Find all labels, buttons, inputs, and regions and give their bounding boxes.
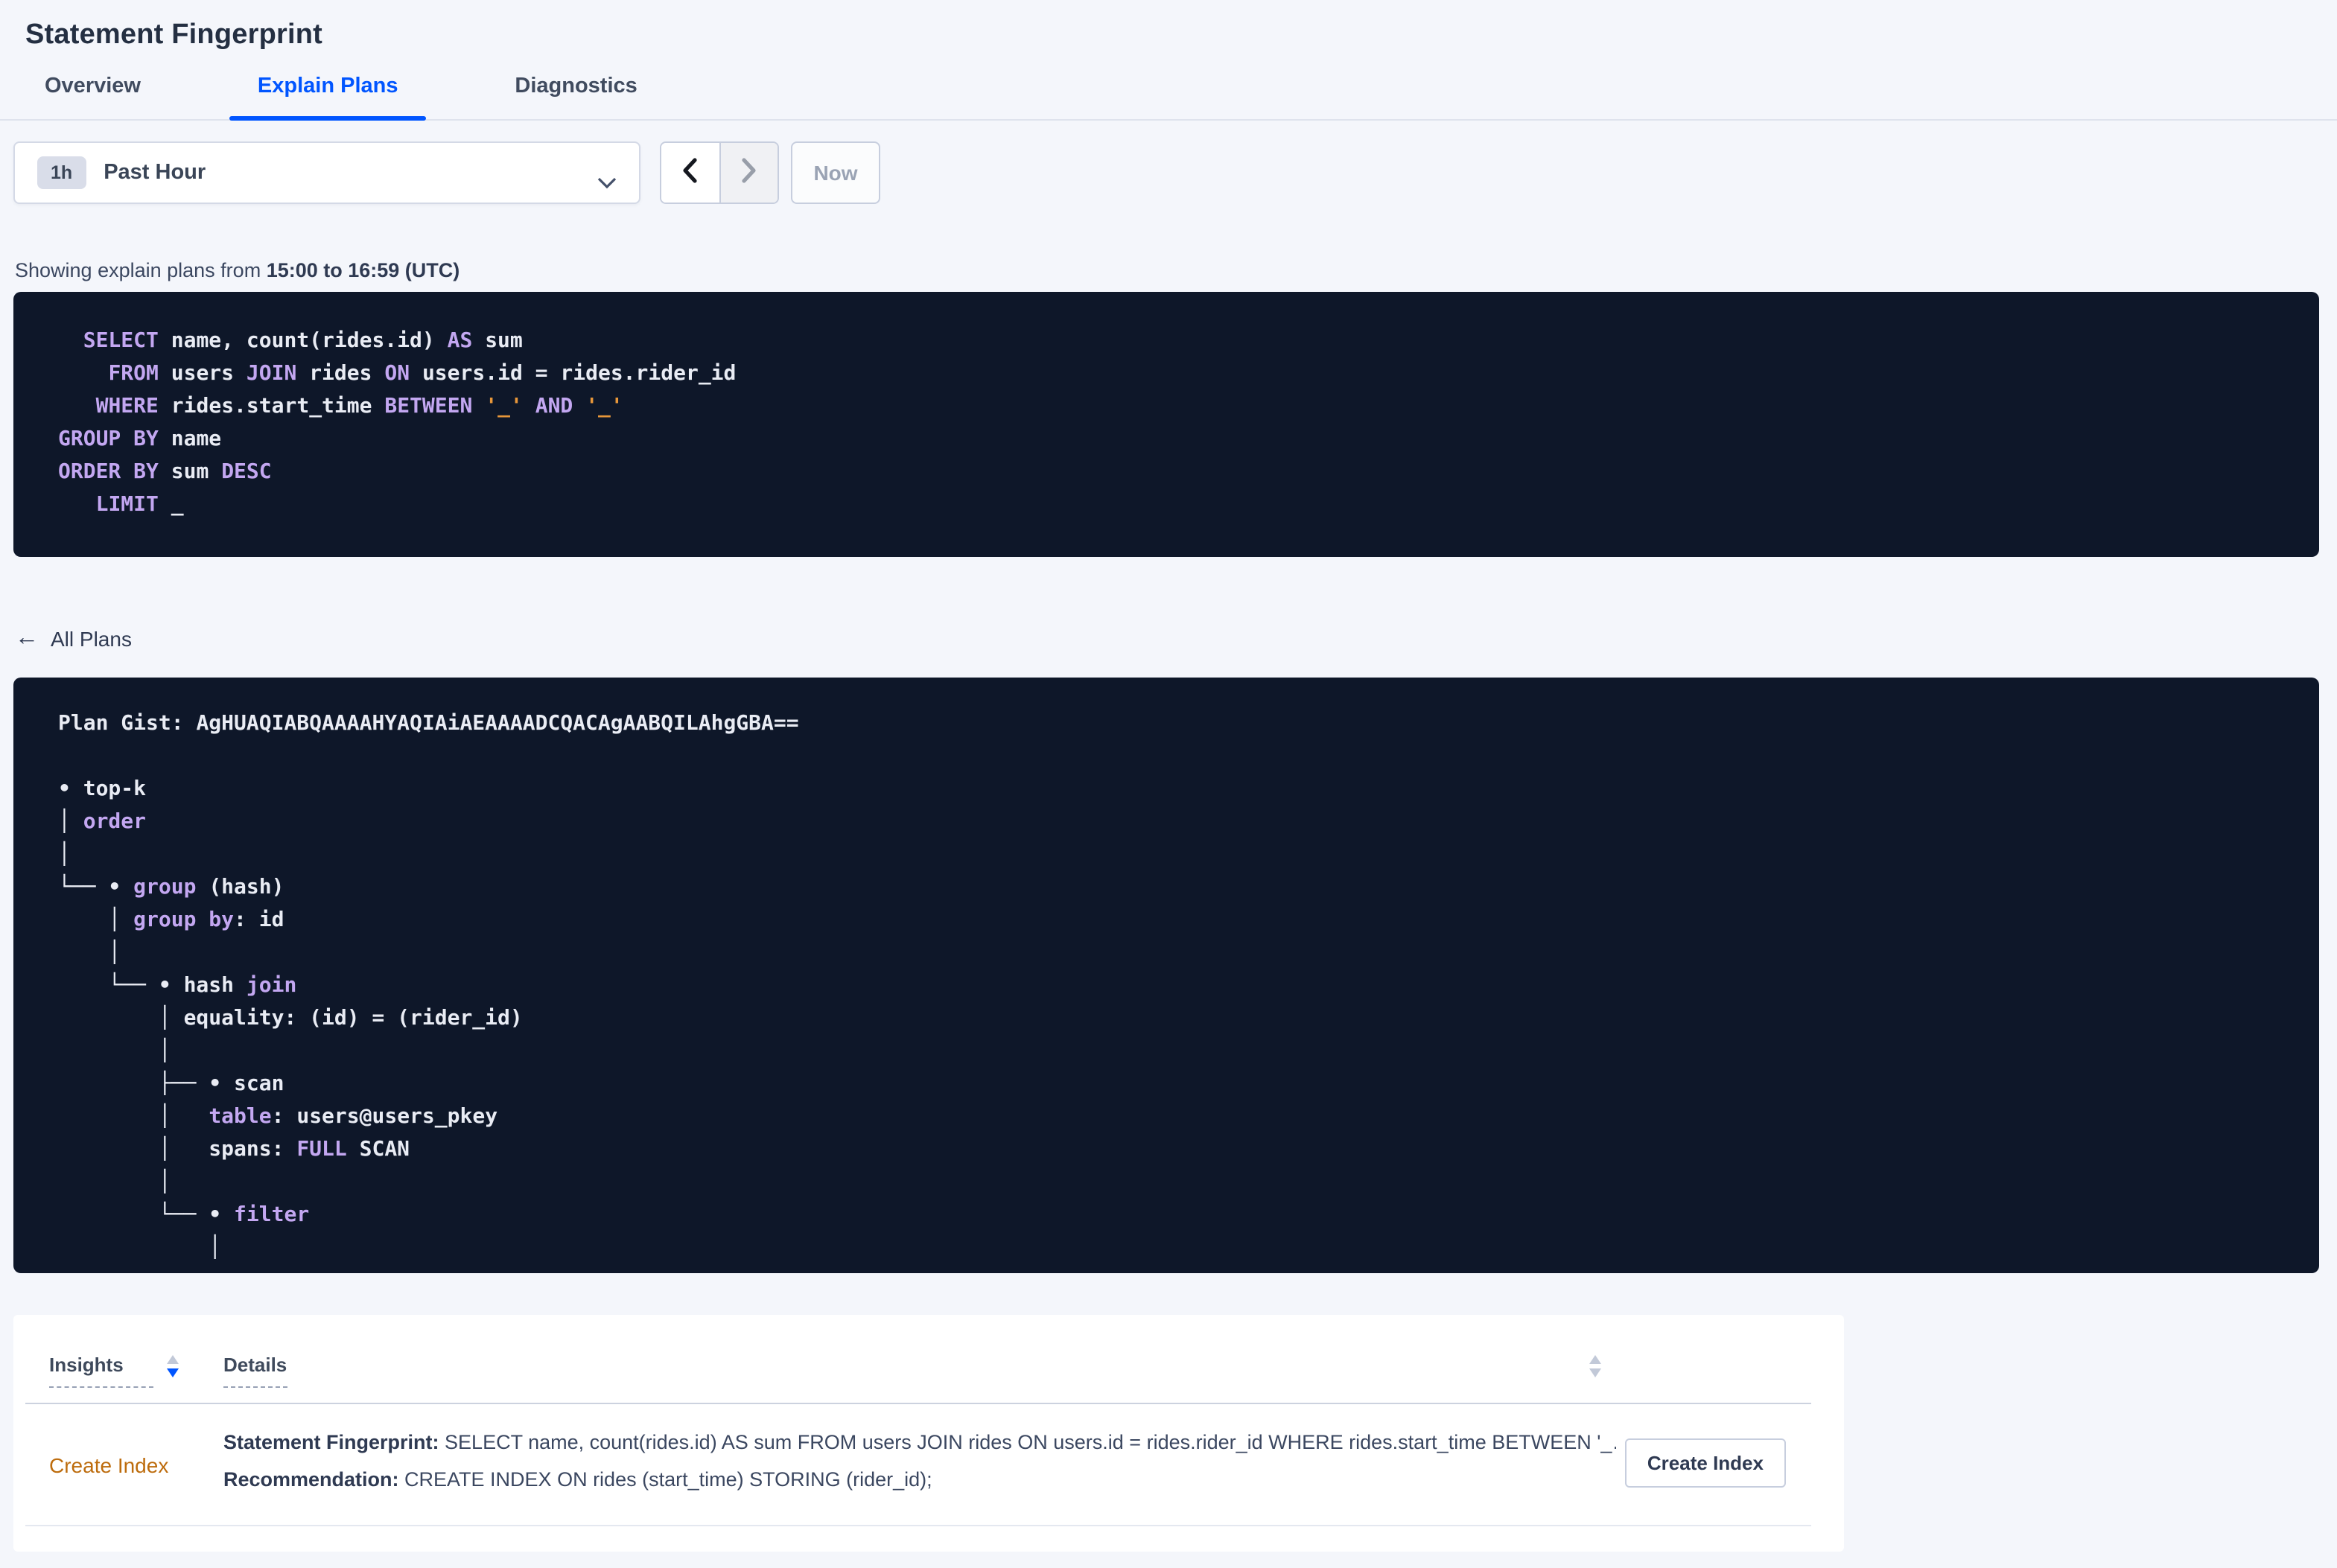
create-index-button[interactable]: Create Index	[1624, 1438, 1786, 1488]
sort-icon-insights[interactable]	[167, 1355, 179, 1377]
insight-type-label: Create Index	[49, 1453, 169, 1477]
tab-bar: Overview Explain Plans Diagnostics	[16, 60, 719, 121]
chevron-left-icon	[683, 158, 698, 188]
detail-text: SELECT name, count(rides.id) AS sum FROM…	[439, 1431, 1616, 1453]
showing-range-text: Showing explain plans from 15:00 to 16:5…	[15, 258, 460, 281]
plan-gist-line: Plan Gist: AgHUAQIABQAAAAHYAQIAiAEAAAADC…	[58, 707, 2289, 740]
tab-overview[interactable]: Overview	[16, 60, 169, 119]
plan-gist-value: AgHUAQIABQAAAAHYAQIAiAEAAAADCQACAgAABQIL…	[196, 712, 799, 736]
column-header-details[interactable]: Details	[223, 1354, 287, 1388]
page-title: Statement Fingerprint	[25, 19, 323, 51]
table-header-divider	[25, 1403, 1811, 1404]
table-row-divider	[25, 1525, 1811, 1526]
statement-fingerprint-page: Statement Fingerprint Overview Explain P…	[0, 0, 2337, 1568]
detail-label: Recommendation:	[223, 1468, 399, 1491]
sql-code: SELECT name, count(rides.id) AS sum FROM…	[58, 329, 737, 517]
plan-gist-box: Plan Gist: AgHUAQIABQAAAAHYAQIAiAEAAAADC…	[13, 678, 2319, 1273]
statement-fingerprint-detail: Statement Fingerprint: SELECT name, coun…	[223, 1431, 1616, 1453]
now-button[interactable]: Now	[791, 141, 880, 204]
tab-diagnostics[interactable]: Diagnostics	[486, 60, 665, 119]
previous-time-button[interactable]	[661, 143, 719, 203]
plan-gist-label: Plan Gist:	[58, 712, 197, 736]
sort-descending-icon	[1589, 1368, 1601, 1377]
arrow-left-icon: ←	[15, 625, 39, 651]
detail-label: Statement Fingerprint:	[223, 1431, 439, 1453]
plan-tree: • top-k │ order │ └── • group (hash) │ grou…	[58, 777, 523, 1260]
sort-icon-details[interactable]	[1589, 1355, 1601, 1377]
showing-range: 15:00 to 16:59 (UTC)	[266, 258, 460, 281]
all-plans-back-link[interactable]: ← All Plans	[15, 625, 132, 652]
time-range-label: Past Hour	[104, 161, 206, 185]
showing-prefix: Showing explain plans from	[15, 258, 267, 281]
sort-descending-icon	[167, 1368, 179, 1377]
column-header-insights[interactable]: Insights	[49, 1354, 153, 1388]
insights-card: Insights Details Create Index Statement …	[13, 1315, 1844, 1552]
sort-ascending-icon	[167, 1355, 179, 1364]
sort-ascending-icon	[1589, 1355, 1601, 1364]
recommendation-detail: Recommendation: CREATE INDEX ON rides (s…	[223, 1468, 932, 1491]
detail-text: CREATE INDEX ON rides (start_time) STORI…	[398, 1468, 932, 1491]
tab-explain-plans[interactable]: Explain Plans	[229, 60, 427, 121]
chevron-down-icon	[597, 170, 617, 197]
next-time-button[interactable]	[719, 143, 778, 203]
time-nav-group	[660, 141, 779, 204]
sql-statement-box: SELECT name, count(rides.id) AS sum FROM…	[13, 292, 2319, 557]
chevron-right-icon	[742, 158, 757, 188]
time-range-badge: 1h	[37, 156, 86, 189]
all-plans-label: All Plans	[51, 627, 132, 651]
time-range-dropdown[interactable]: 1h Past Hour	[13, 141, 640, 204]
